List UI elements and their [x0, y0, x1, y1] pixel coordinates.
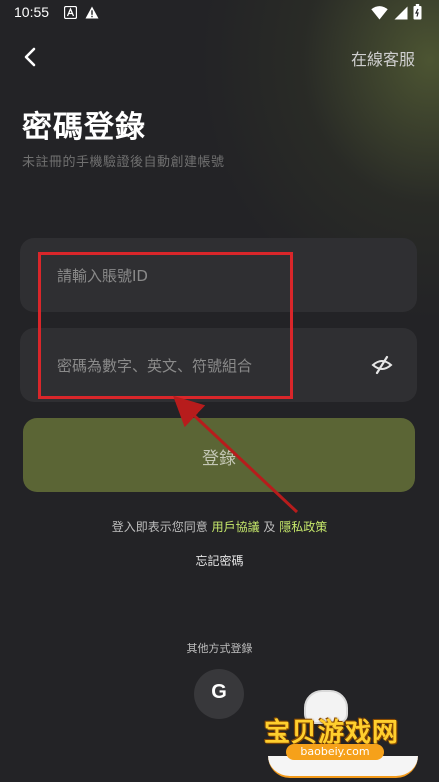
chevron-left-icon	[24, 47, 36, 67]
agreement-and: 及	[263, 520, 276, 534]
page-title: 密碼登錄	[22, 110, 146, 145]
watermark-logo: 宝贝游戏网 baobeiy.com	[258, 684, 434, 780]
user-agreement-link[interactable]: 用戶協議	[212, 520, 260, 534]
signal-icon	[394, 6, 408, 20]
eye-off-icon	[371, 355, 393, 375]
agreement-prefix: 登入即表示您同意	[111, 520, 208, 534]
privacy-policy-link[interactable]: 隱私政策	[279, 520, 327, 534]
google-icon: G	[211, 681, 227, 703]
battery-icon	[413, 4, 422, 20]
online-service-link[interactable]: 在線客服	[351, 46, 415, 70]
back-button[interactable]	[16, 42, 46, 72]
watermark-url: baobeiy.com	[286, 744, 384, 760]
annotation-highlight-box	[38, 252, 293, 399]
google-login-button[interactable]: G	[194, 669, 244, 719]
other-login-methods-label: 其他方式登錄	[186, 642, 253, 655]
wifi-icon	[371, 6, 388, 20]
forgot-password-link[interactable]: 忘記密碼	[0, 552, 439, 569]
status-time: 10:55	[14, 4, 50, 20]
page-subtitle: 未註冊的手機驗證後自動創建帳號	[22, 155, 225, 170]
login-button[interactable]: 登錄	[23, 418, 415, 492]
login-button-label: 登錄	[202, 449, 236, 469]
nav-bar: 在線客服	[0, 38, 439, 78]
warning-icon	[85, 6, 99, 19]
a-icon	[64, 6, 77, 19]
toggle-password-visibility-button[interactable]	[371, 354, 393, 376]
status-bar: 10:55	[0, 0, 439, 28]
agreement-text: 登入即表示您同意 用戶協議 及 隱私政策	[0, 518, 439, 535]
